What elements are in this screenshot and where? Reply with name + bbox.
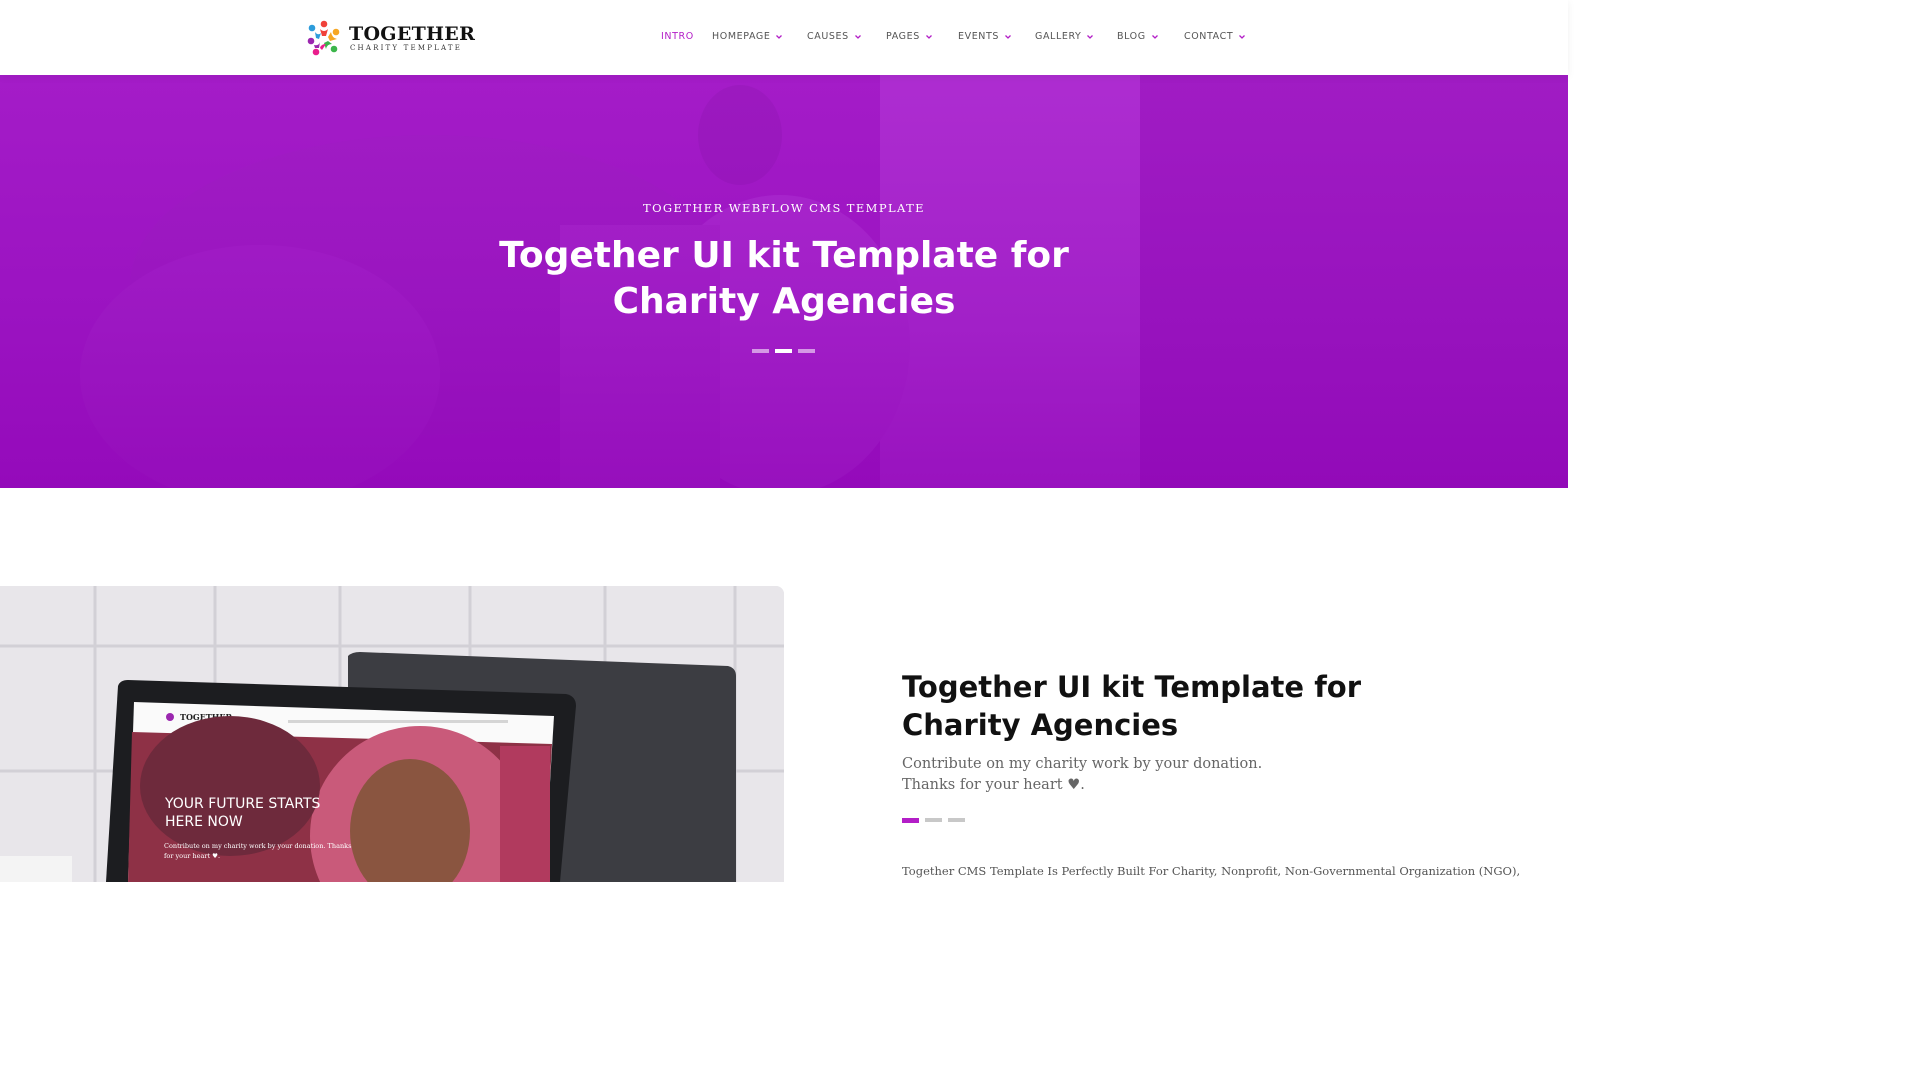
site-logo[interactable]: TOGETHER CHARITY TEMPLATE — [306, 19, 475, 57]
chevron-down-icon — [925, 33, 933, 41]
nav-item-causes[interactable]: CAUSES — [807, 31, 862, 42]
feature-text-block: Together UI kit Template for Charity Age… — [902, 668, 1482, 796]
nav-item-blog[interactable]: BLOG — [1117, 31, 1159, 42]
nav-item-label: EVENTS — [958, 31, 1000, 42]
chevron-down-icon — [854, 33, 862, 41]
laptop-mockup-image: TOGETHER YOUR FUTURE STARTS HERE NOW Con… — [0, 586, 784, 882]
hero-slide-dot-2[interactable] — [775, 349, 792, 353]
nav-item-pages[interactable]: PAGES — [886, 31, 933, 42]
hero-eyebrow: TOGETHER WEBFLOW CMS TEMPLATE — [643, 201, 925, 215]
hero-slide-indicators — [752, 349, 815, 353]
hero-slide-dot-1[interactable] — [752, 349, 769, 353]
hero-slide-dot-3[interactable] — [798, 349, 815, 353]
feature-subtitle: Contribute on my charity work by your do… — [902, 756, 1263, 793]
mockup-headline-2: HERE NOW — [165, 814, 243, 830]
logo-subtitle: CHARITY TEMPLATE — [350, 43, 463, 52]
feature-slide-dot-1[interactable] — [902, 818, 919, 823]
people-circle-logo-icon — [307, 20, 340, 56]
feature-slide-dot-2[interactable] — [925, 818, 942, 822]
nav-item-label: CONTACT — [1184, 31, 1234, 42]
hero-title: Together UI kit Template for Charity Age… — [499, 235, 1069, 322]
nav-item-gallery[interactable]: GALLERY — [1035, 31, 1094, 42]
nav-item-events[interactable]: EVENTS — [958, 31, 1012, 42]
hero-slider: TOGETHER WEBFLOW CMS TEMPLATE Together U… — [0, 75, 1568, 488]
mockup-headline-1: YOUR FUTURE STARTS — [164, 796, 321, 812]
nav-item-label: INTRO — [661, 31, 694, 42]
chevron-down-icon — [1151, 33, 1159, 41]
nav-item-label: CAUSES — [807, 31, 849, 42]
mockup-illustration: TOGETHER YOUR FUTURE STARTS HERE NOW Con… — [0, 586, 784, 882]
chevron-down-icon — [1238, 33, 1246, 41]
site-header: TOGETHER CHARITY TEMPLATE INTRO HOMEPAGE… — [0, 0, 1568, 75]
mockup-caption-1: Contribute on my charity work by your do… — [164, 842, 351, 850]
feature-body-text: Together CMS Template Is Perfectly Built… — [902, 864, 1521, 878]
nav-item-homepage[interactable]: HOMEPAGE — [712, 31, 783, 42]
feature-slide-dot-3[interactable] — [948, 818, 965, 822]
nav-item-contact[interactable]: CONTACT — [1184, 31, 1246, 42]
mockup-caption-2: for your heart ♥. — [164, 852, 220, 860]
feature-title: Together UI kit Template for Charity Age… — [902, 670, 1362, 742]
logo-title: TOGETHER — [349, 22, 476, 45]
feature-slide-indicators — [902, 818, 965, 823]
nav-item-label: GALLERY — [1035, 31, 1082, 42]
chevron-down-icon — [1086, 33, 1094, 41]
nav-item-label: PAGES — [886, 31, 920, 42]
chevron-down-icon — [775, 33, 783, 41]
nav-item-label: HOMEPAGE — [712, 31, 771, 42]
nav-item-label: BLOG — [1117, 31, 1146, 42]
chevron-down-icon — [1004, 33, 1012, 41]
nav-item-intro[interactable]: INTRO — [661, 31, 694, 42]
